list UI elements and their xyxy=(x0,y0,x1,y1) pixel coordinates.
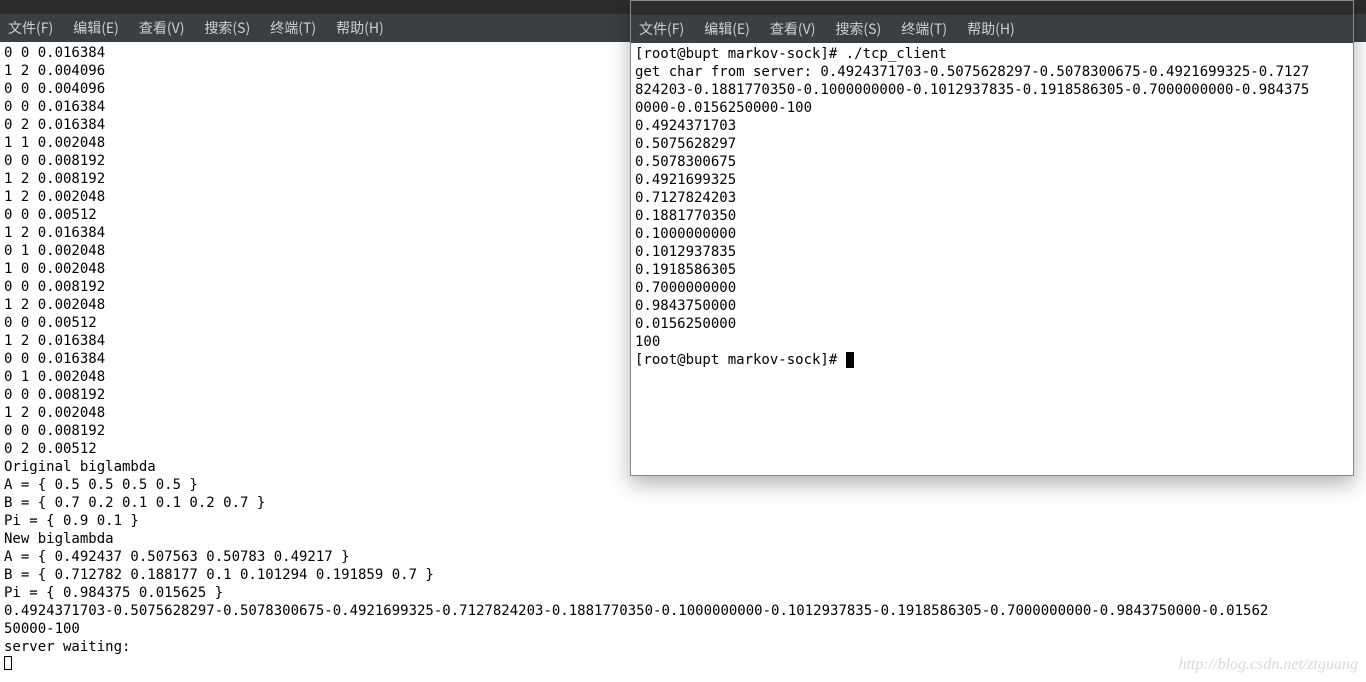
output-line: 0 0 0.008192 xyxy=(4,153,105,169)
output-line: 0 2 0.00512 xyxy=(4,441,97,457)
output-line: 1 2 0.008192 xyxy=(4,171,105,187)
output-line: 50000-100 xyxy=(4,621,80,637)
menu-edit[interactable]: 编辑(E) xyxy=(73,18,119,38)
output-line: 0 0 0.016384 xyxy=(4,351,105,367)
output-line: Pi = { 0.984375 0.015625 } xyxy=(4,585,223,601)
output-line: 0 0 0.00512 xyxy=(4,207,97,223)
prompt-line: [root@bupt markov-sock]# xyxy=(635,352,846,368)
right-terminal-window: 文件(F) 编辑(E) 查看(V) 搜索(S) 终端(T) 帮助(H) [roo… xyxy=(630,0,1354,476)
output-line: 0 2 0.016384 xyxy=(4,117,105,133)
cursor-icon xyxy=(846,352,854,368)
output-line: get char from server: 0.4924371703-0.507… xyxy=(635,64,1309,80)
output-value: 0.5075628297 xyxy=(635,136,736,152)
output-value: 0.1918586305 xyxy=(635,262,736,278)
title-bar-right xyxy=(631,1,1353,15)
output-line: 1 2 0.016384 xyxy=(4,333,105,349)
output-line: 0000-0.0156250000-100 xyxy=(635,100,812,116)
output-line: 1 2 0.004096 xyxy=(4,63,105,79)
output-line: 0 0 0.004096 xyxy=(4,81,105,97)
menu-search[interactable]: 搜索(S) xyxy=(204,18,250,38)
output-value: 0.4921699325 xyxy=(635,172,736,188)
output-value: 0.7000000000 xyxy=(635,280,736,296)
output-line: 0 0 0.008192 xyxy=(4,279,105,295)
output-line: 0.4924371703-0.5075628297-0.5078300675-0… xyxy=(4,603,1268,619)
output-value: 0.0156250000 xyxy=(635,316,736,332)
output-line: 824203-0.1881770350-0.1000000000-0.10129… xyxy=(635,82,1309,98)
output-value: 0.9843750000 xyxy=(635,298,736,314)
output-value: 0.1881770350 xyxy=(635,208,736,224)
menu-help[interactable]: 帮助(H) xyxy=(967,19,1015,39)
cursor-outline xyxy=(4,656,12,670)
output-line: 0 1 0.002048 xyxy=(4,243,105,259)
output-line: 1 2 0.002048 xyxy=(4,405,105,421)
output-line: 0 0 0.016384 xyxy=(4,45,105,61)
output-line: server waiting: xyxy=(4,639,130,655)
output-line: 0 0 0.00512 xyxy=(4,315,97,331)
menubar-right: 文件(F) 编辑(E) 查看(V) 搜索(S) 终端(T) 帮助(H) xyxy=(631,15,1353,43)
output-line: 1 1 0.002048 xyxy=(4,135,105,151)
menu-help[interactable]: 帮助(H) xyxy=(336,18,384,38)
output-value: 0.4924371703 xyxy=(635,118,736,134)
menu-edit[interactable]: 编辑(E) xyxy=(704,19,750,39)
output-line: 0 0 0.016384 xyxy=(4,99,105,115)
output-line: 0 1 0.002048 xyxy=(4,369,105,385)
output-line: Original biglambda xyxy=(4,459,156,475)
output-line: 0 0 0.008192 xyxy=(4,387,105,403)
output-line: 1 2 0.002048 xyxy=(4,297,105,313)
output-line: A = { 0.5 0.5 0.5 0.5 } xyxy=(4,477,198,493)
menu-file[interactable]: 文件(F) xyxy=(8,18,53,38)
menu-terminal[interactable]: 终端(T) xyxy=(270,18,316,38)
output-line: B = { 0.712782 0.188177 0.1 0.101294 0.1… xyxy=(4,567,434,583)
output-line: New biglambda xyxy=(4,531,114,547)
output-line: A = { 0.492437 0.507563 0.50783 0.49217 … xyxy=(4,549,350,565)
output-line: 1 0 0.002048 xyxy=(4,261,105,277)
output-line: 1 2 0.002048 xyxy=(4,189,105,205)
output-value: 0.1000000000 xyxy=(635,226,736,242)
output-value: 100 xyxy=(635,334,660,350)
output-line: 1 2 0.016384 xyxy=(4,225,105,241)
output-value: 0.7127824203 xyxy=(635,190,736,206)
menu-file[interactable]: 文件(F) xyxy=(639,19,684,39)
menu-search[interactable]: 搜索(S) xyxy=(835,19,881,39)
output-line: Pi = { 0.9 0.1 } xyxy=(4,513,139,529)
output-value: 0.1012937835 xyxy=(635,244,736,260)
menu-view[interactable]: 查看(V) xyxy=(139,18,185,38)
menu-terminal[interactable]: 终端(T) xyxy=(901,19,947,39)
output-value: 0.5078300675 xyxy=(635,154,736,170)
output-line: B = { 0.7 0.2 0.1 0.1 0.2 0.7 } xyxy=(4,495,265,511)
menu-view[interactable]: 查看(V) xyxy=(770,19,816,39)
prompt-line: [root@bupt markov-sock]# ./tcp_client xyxy=(635,46,947,62)
right-terminal-output[interactable]: [root@bupt markov-sock]# ./tcp_client ge… xyxy=(631,43,1353,475)
output-line: 0 0 0.008192 xyxy=(4,423,105,439)
